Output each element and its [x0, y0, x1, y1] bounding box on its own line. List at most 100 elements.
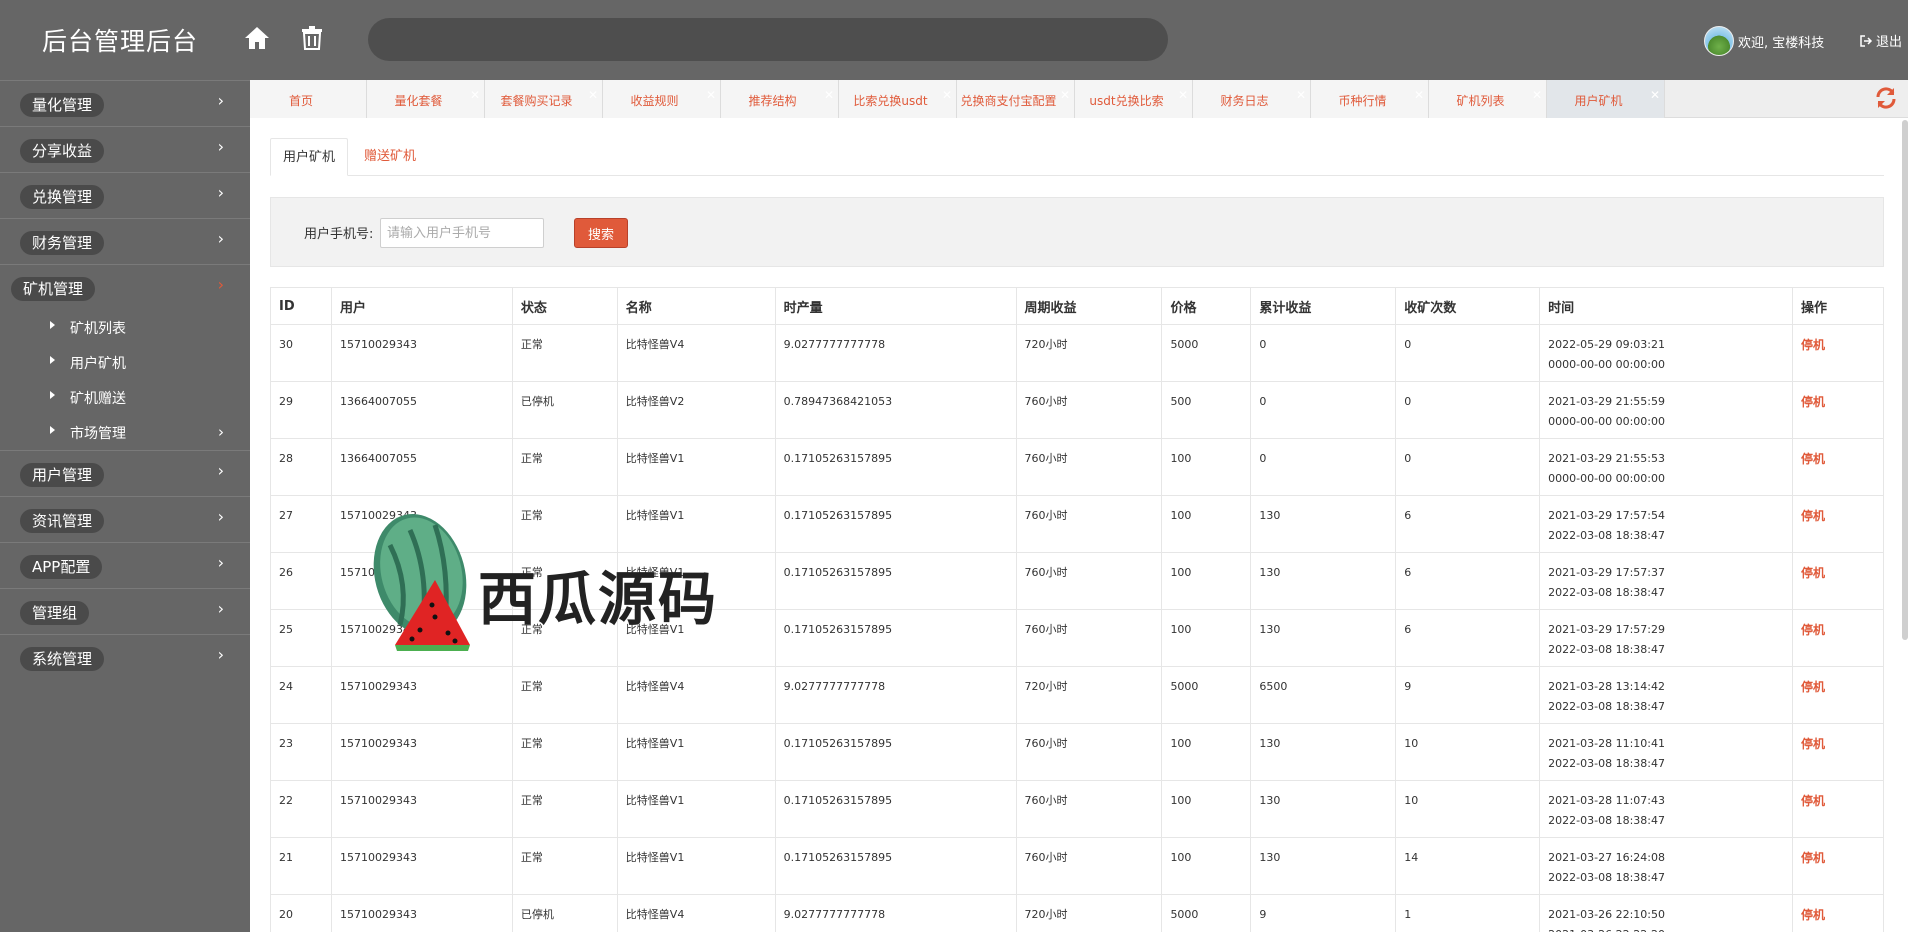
cell-price: 100 [1161, 837, 1252, 895]
cell-action: 停机 [1791, 894, 1885, 932]
search-button[interactable]: 搜索 [574, 218, 628, 248]
cell-hourly-output: 9.0277777777778 [774, 324, 1017, 382]
sidebar-item-news[interactable]: 资讯管理 › [0, 496, 250, 542]
sidebar-item-label: 矿机管理 [11, 277, 96, 301]
stop-machine-link[interactable]: 停机 [1801, 623, 1825, 637]
tab-user-miner[interactable]: 用户矿机 ✕ [1547, 80, 1665, 118]
cell-hourly-output: 0.78947368421053 [774, 381, 1017, 439]
cell-name: 比特怪兽V1 [616, 780, 776, 838]
search-panel: 用户手机号: 搜索 [270, 197, 1884, 267]
start-time: 2021-03-28 11:07:43 [1548, 794, 1665, 807]
stop-machine-link[interactable]: 停机 [1801, 338, 1825, 352]
caret-right-icon [50, 356, 55, 364]
tab-finance-log[interactable]: 财务日志 ✕ [1193, 80, 1311, 118]
cell-hourly-output: 9.0277777777778 [774, 666, 1017, 724]
close-icon[interactable]: ✕ [1532, 88, 1542, 102]
chevron-right-icon: › [217, 599, 224, 618]
sidebar-item-admin-group[interactable]: 管理组 › [0, 588, 250, 634]
close-icon[interactable]: ✕ [824, 88, 834, 102]
user-info[interactable]: 欢迎, 宝楼科技 [1704, 26, 1824, 56]
cell-time: 2021-03-28 11:10:41 2022-03-08 18:38:47 [1539, 723, 1793, 781]
cell-total-income: 0 [1250, 324, 1397, 382]
close-icon[interactable]: ✕ [1178, 88, 1188, 102]
submenu-item-miner-list[interactable]: 矿机列表 [0, 310, 250, 345]
last-time: 2022-03-08 18:38:47 [1548, 757, 1665, 770]
stop-machine-link[interactable]: 停机 [1801, 509, 1825, 523]
sidebar-item-label: 资讯管理 [20, 509, 105, 533]
stop-machine-link[interactable]: 停机 [1801, 452, 1825, 466]
scrollbar[interactable] [1902, 120, 1908, 640]
logout-button[interactable]: 退出 [1860, 31, 1902, 50]
stop-machine-link[interactable]: 停机 [1801, 566, 1825, 580]
close-icon[interactable]: ✕ [942, 88, 952, 102]
last-time: 2022-03-08 18:38:47 [1548, 871, 1665, 884]
tab-peso-usdt[interactable]: 比索兑换usdt ✕ [839, 80, 957, 118]
cell-name: 比特怪兽V4 [616, 894, 776, 932]
sidebar-item-label: 财务管理 [20, 231, 105, 255]
avatar[interactable] [1704, 26, 1734, 56]
submenu-item-miner-gift[interactable]: 矿机赠送 [0, 380, 250, 415]
close-icon[interactable]: ✕ [470, 88, 480, 102]
close-icon[interactable]: ✕ [1414, 88, 1424, 102]
cell-time: 2021-03-26 22:10:50 2021-03-26 22:22:20 [1539, 894, 1793, 932]
col-status: 状态 [511, 287, 618, 325]
tab-label: usdt兑换比索 [1089, 94, 1164, 108]
sidebar-item-miner[interactable]: 矿机管理 › [0, 264, 250, 310]
stop-machine-link[interactable]: 停机 [1801, 908, 1825, 922]
phone-label: 用户手机号: [304, 227, 374, 242]
tab-home[interactable]: 首页 [250, 80, 367, 118]
cell-id: 30 [270, 324, 332, 382]
tab-coin-market[interactable]: 币种行情 ✕ [1311, 80, 1429, 118]
sidebar-item-finance[interactable]: 财务管理 › [0, 218, 250, 264]
tab-miner-list[interactable]: 矿机列表 ✕ [1429, 80, 1547, 118]
cell-user: 15710029343 [330, 666, 513, 724]
sidebar-item-users[interactable]: 用户管理 › [0, 450, 250, 496]
sidebar-item-quant[interactable]: 量化管理 › [0, 80, 250, 126]
close-icon[interactable]: ✕ [1296, 88, 1306, 102]
tab-alipay-config[interactable]: 兑换商支付宝配置 ✕ [957, 80, 1075, 118]
close-icon[interactable]: ✕ [1650, 88, 1660, 102]
tab-usdt-peso[interactable]: usdt兑换比索 ✕ [1075, 80, 1193, 118]
stop-machine-link[interactable]: 停机 [1801, 680, 1825, 694]
cell-hourly-output: 0.17105263157895 [774, 495, 1017, 553]
refresh-icon[interactable] [1874, 86, 1898, 114]
trash-icon[interactable] [296, 22, 328, 54]
stop-machine-link[interactable]: 停机 [1801, 794, 1825, 808]
tab-label: 推荐结构 [748, 94, 797, 108]
stop-machine-link[interactable]: 停机 [1801, 737, 1825, 751]
sidebar-item-app-config[interactable]: APP配置 › [0, 542, 250, 588]
close-icon[interactable]: ✕ [1060, 88, 1070, 102]
submenu-item-user-miner[interactable]: 用户矿机 [0, 345, 250, 380]
close-icon[interactable]: ✕ [706, 88, 716, 102]
subtab-gift-miner[interactable]: 赠送矿机 [352, 138, 428, 176]
submenu-label: 用户矿机 [70, 356, 126, 372]
tab-income-rules[interactable]: 收益规则 ✕ [603, 80, 721, 118]
cell-id: 28 [270, 438, 332, 496]
subtab-user-miner[interactable]: 用户矿机 [270, 138, 349, 176]
table-row: 21 15710029343 正常 比特怪兽V1 0.17105263157895 760… [270, 837, 1885, 895]
home-icon[interactable] [241, 22, 273, 54]
sidebar-item-label: 分享收益 [20, 139, 105, 163]
cell-id: 21 [270, 837, 332, 895]
stop-machine-link[interactable]: 停机 [1801, 395, 1825, 409]
cell-time: 2021-03-29 21:55:59 0000-00-00 00:00:00 [1539, 381, 1793, 439]
last-time: 2022-03-08 18:38:47 [1548, 700, 1665, 713]
tab-package-purchase[interactable]: 套餐购买记录 ✕ [485, 80, 603, 118]
cell-collect-count: 6 [1395, 495, 1541, 553]
close-icon[interactable]: ✕ [588, 88, 598, 102]
stop-machine-link[interactable]: 停机 [1801, 851, 1825, 865]
cell-hourly-output: 9.0277777777778 [774, 894, 1017, 932]
last-time: 0000-00-00 00:00:00 [1548, 358, 1665, 371]
cell-user: 13664007055 [330, 438, 513, 496]
cell-id: 25 [270, 609, 332, 667]
tab-quant-package[interactable]: 量化套餐 ✕ [367, 80, 485, 118]
sidebar-item-system[interactable]: 系统管理 › [0, 634, 250, 680]
sidebar-item-exchange[interactable]: 兑换管理 › [0, 172, 250, 218]
table-header-row: ID 用户 状态 名称 时产量 周期收益 价格 累计收益 收矿次数 时间 操作 [270, 287, 1885, 325]
submenu-item-market[interactable]: 市场管理 › [0, 415, 250, 450]
tab-referral[interactable]: 推荐结构 ✕ [721, 80, 839, 118]
sidebar-item-share-income[interactable]: 分享收益 › [0, 126, 250, 172]
global-search-input[interactable] [368, 18, 1168, 61]
start-time: 2021-03-29 17:57:54 [1548, 509, 1665, 522]
phone-search-input[interactable] [380, 218, 544, 248]
